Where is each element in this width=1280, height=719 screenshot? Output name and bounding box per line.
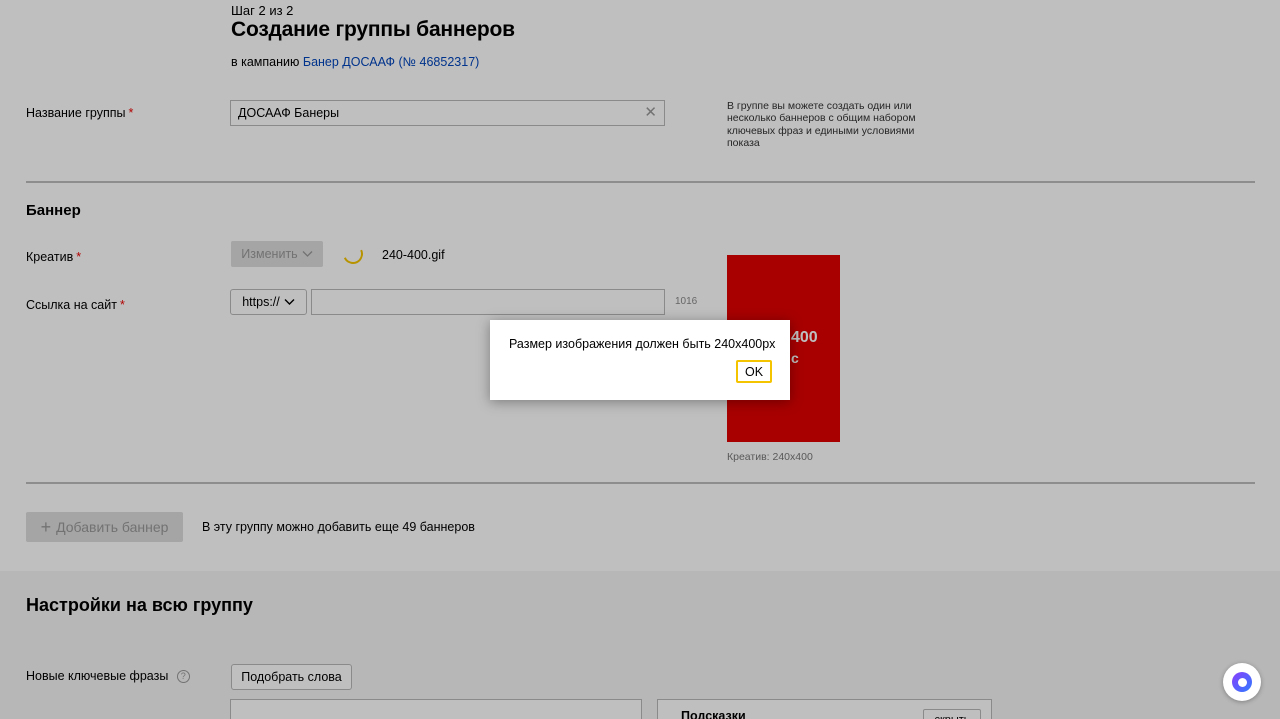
- dialog-message: Размер изображения должен быть 240x400px: [509, 337, 776, 351]
- alice-dot: [1237, 677, 1247, 687]
- ok-button[interactable]: OK: [736, 360, 772, 383]
- alert-dialog: Размер изображения должен быть 240x400px…: [490, 320, 790, 400]
- alice-assistant-inner: [1232, 672, 1252, 692]
- alice-assistant-icon[interactable]: [1223, 663, 1261, 701]
